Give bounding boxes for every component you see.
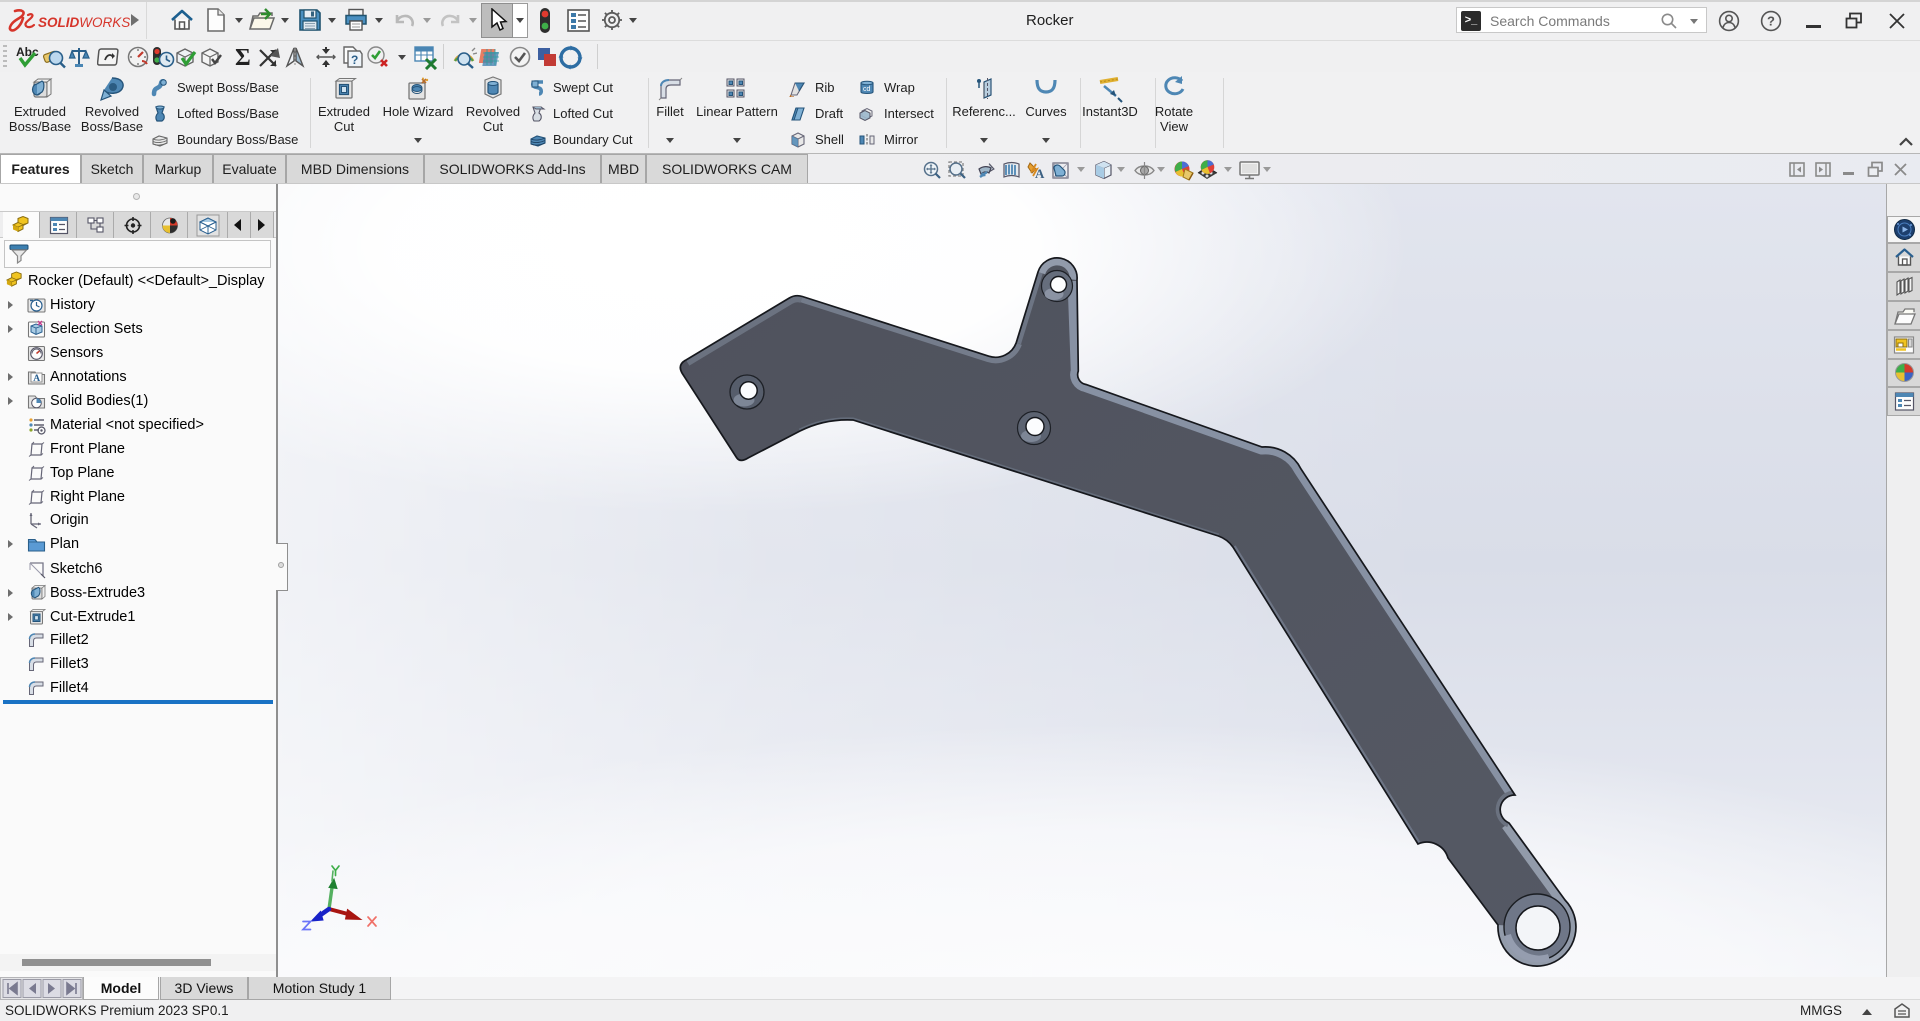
svg-text:A: A (33, 374, 40, 384)
svg-text:Abc: Abc (16, 45, 39, 59)
svg-text:A: A (1035, 166, 1045, 181)
svg-text:Σ: Σ (235, 45, 251, 70)
svg-text:cd: cd (863, 86, 871, 93)
svg-text:?: ? (351, 53, 358, 67)
svg-text:?: ? (1767, 14, 1775, 29)
